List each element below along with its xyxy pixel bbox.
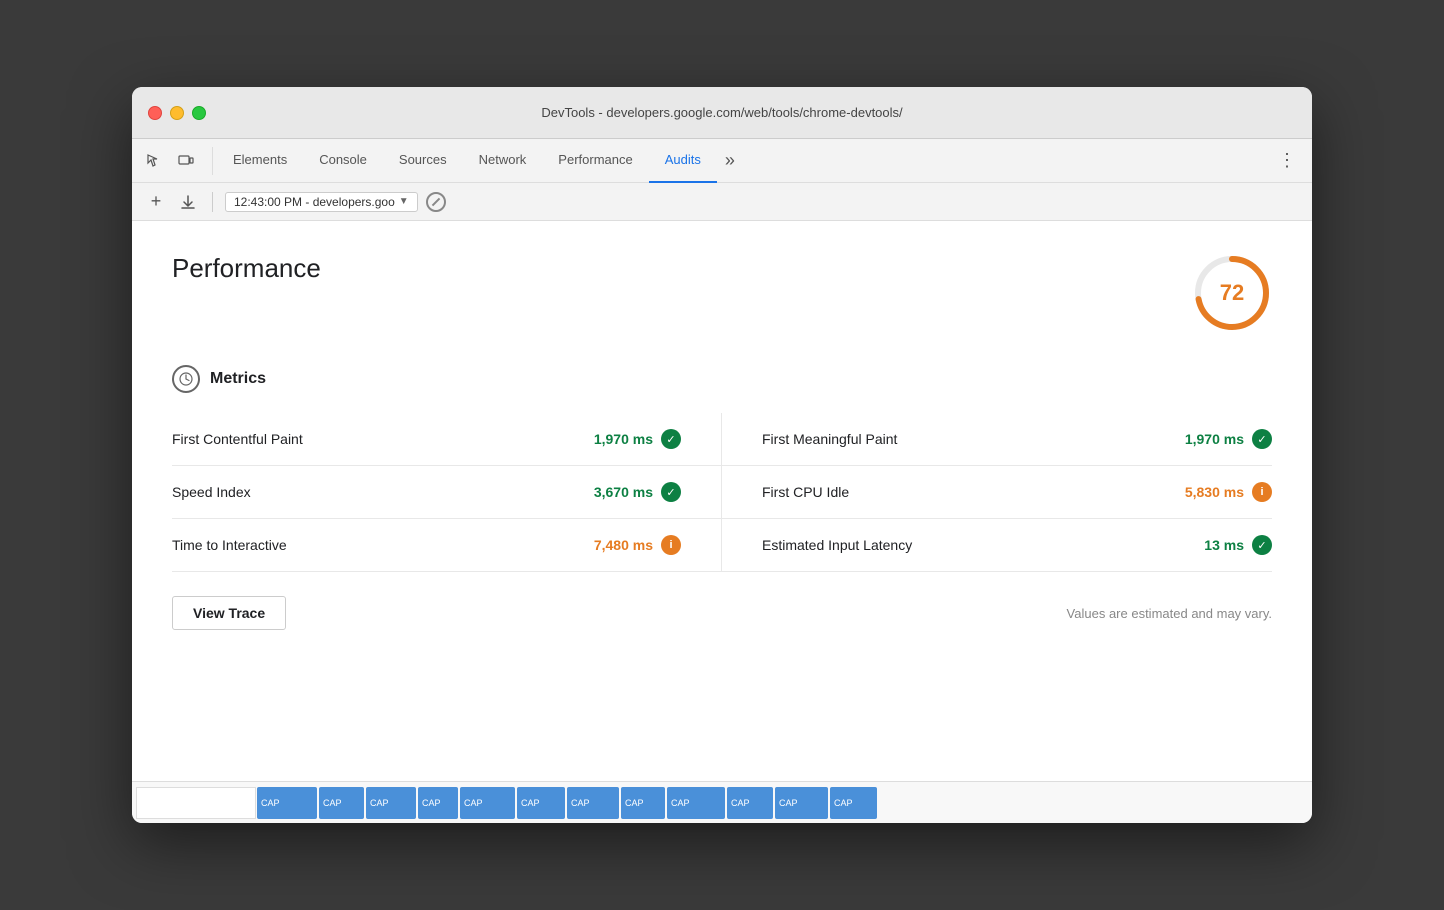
check-icon: ✓ — [1252, 535, 1272, 555]
strip-item: CAP — [775, 787, 828, 819]
strip-item: CAP — [319, 787, 364, 819]
devtools-toolbar: Elements Console Sources Network Perform… — [132, 139, 1312, 183]
tab-console[interactable]: Console — [303, 139, 383, 183]
metric-value: 7,480 ms — [594, 537, 653, 553]
device-toggle-icon[interactable] — [172, 147, 200, 175]
performance-header: Performance 72 — [172, 253, 1272, 333]
close-button[interactable] — [148, 106, 162, 120]
score-circle: 72 — [1192, 253, 1272, 333]
more-tabs-icon[interactable]: » — [717, 150, 743, 171]
metric-value-wrap: 1,970 ms ✓ — [594, 429, 681, 449]
metrics-header: Metrics — [172, 365, 1272, 393]
devtools-window: DevTools - developers.google.com/web/too… — [132, 87, 1312, 823]
check-icon: ✓ — [661, 482, 681, 502]
inspect-element-icon[interactable] — [140, 147, 168, 175]
metric-item: First CPU Idle 5,830 ms i — [722, 466, 1272, 519]
strip-item: CAP — [567, 787, 619, 819]
strip-items: CAP CAP CAP CAP CAP CAP CAP CAP CAP CAP … — [256, 787, 1308, 819]
strip-item: CAP — [667, 787, 725, 819]
filmstrip-strip: CAP CAP CAP CAP CAP CAP CAP CAP CAP CAP … — [132, 781, 1312, 823]
score-value: 72 — [1220, 280, 1244, 306]
metric-item: Speed Index 3,670 ms ✓ — [172, 466, 722, 519]
info-icon: i — [1252, 482, 1272, 502]
page-title: Performance — [172, 253, 321, 284]
minimize-button[interactable] — [170, 106, 184, 120]
metric-value-wrap: 1,970 ms ✓ — [1185, 429, 1272, 449]
toolbar-right: ⋮ — [1270, 146, 1304, 175]
strip-item: CAP — [366, 787, 416, 819]
tab-sources[interactable]: Sources — [383, 139, 463, 183]
metric-item: First Meaningful Paint 1,970 ms ✓ — [722, 413, 1272, 466]
metric-label: Time to Interactive — [172, 537, 287, 553]
strip-item: CAP — [621, 787, 665, 819]
metric-label: Estimated Input Latency — [762, 537, 912, 553]
metrics-title: Metrics — [210, 370, 266, 388]
window-title: DevTools - developers.google.com/web/too… — [541, 105, 902, 120]
maximize-button[interactable] — [192, 106, 206, 120]
session-text: 12:43:00 PM - developers.goo — [234, 195, 395, 209]
chevron-down-icon: ▼ — [399, 196, 409, 207]
check-icon: ✓ — [1252, 429, 1272, 449]
metrics-bottom: View Trace Values are estimated and may … — [172, 596, 1272, 630]
tab-elements[interactable]: Elements — [217, 139, 303, 183]
download-icon[interactable] — [176, 190, 200, 214]
main-content: Performance 72 Metrics — [132, 221, 1312, 781]
metrics-grid: First Contentful Paint 1,970 ms ✓ First … — [172, 413, 1272, 572]
strip-item: CAP — [460, 787, 515, 819]
metric-label: First Contentful Paint — [172, 431, 303, 447]
tab-performance[interactable]: Performance — [542, 139, 648, 183]
metrics-icon — [172, 365, 200, 393]
metric-item: Estimated Input Latency 13 ms ✓ — [722, 519, 1272, 572]
metric-label: First CPU Idle — [762, 484, 849, 500]
add-icon[interactable]: + — [144, 190, 168, 214]
tab-network[interactable]: Network — [463, 139, 543, 183]
no-entry-icon[interactable] — [426, 192, 446, 212]
metric-label: First Meaningful Paint — [762, 431, 897, 447]
metric-value: 3,670 ms — [594, 484, 653, 500]
tabs: Elements Console Sources Network Perform… — [217, 139, 1270, 182]
title-bar: DevTools - developers.google.com/web/too… — [132, 87, 1312, 139]
strip-item: CAP — [257, 787, 317, 819]
metric-value: 13 ms — [1204, 537, 1244, 553]
secondary-toolbar: + 12:43:00 PM - developers.goo ▼ — [132, 183, 1312, 221]
strip-placeholder-box — [136, 787, 256, 819]
metric-label: Speed Index — [172, 484, 251, 500]
metric-item: Time to Interactive 7,480 ms i — [172, 519, 722, 572]
strip-item: CAP — [727, 787, 773, 819]
traffic-lights — [148, 106, 206, 120]
tab-audits[interactable]: Audits — [649, 139, 717, 183]
metric-value-wrap: 7,480 ms i — [594, 535, 681, 555]
metric-value-wrap: 5,830 ms i — [1185, 482, 1272, 502]
divider — [212, 192, 213, 212]
view-trace-button[interactable]: View Trace — [172, 596, 286, 630]
session-selector[interactable]: 12:43:00 PM - developers.goo ▼ — [225, 192, 418, 212]
metric-value-wrap: 3,670 ms ✓ — [594, 482, 681, 502]
metric-value: 5,830 ms — [1185, 484, 1244, 500]
strip-item: CAP — [418, 787, 458, 819]
strip-item: CAP — [830, 787, 877, 819]
info-icon: i — [661, 535, 681, 555]
strip-item: CAP — [517, 787, 565, 819]
check-icon: ✓ — [661, 429, 681, 449]
more-options-icon[interactable]: ⋮ — [1270, 146, 1304, 175]
metric-value-wrap: 13 ms ✓ — [1204, 535, 1272, 555]
metric-value: 1,970 ms — [1185, 431, 1244, 447]
toolbar-icons — [140, 147, 213, 175]
metric-item: First Contentful Paint 1,970 ms ✓ — [172, 413, 722, 466]
values-note: Values are estimated and may vary. — [1067, 606, 1272, 621]
metric-value: 1,970 ms — [594, 431, 653, 447]
